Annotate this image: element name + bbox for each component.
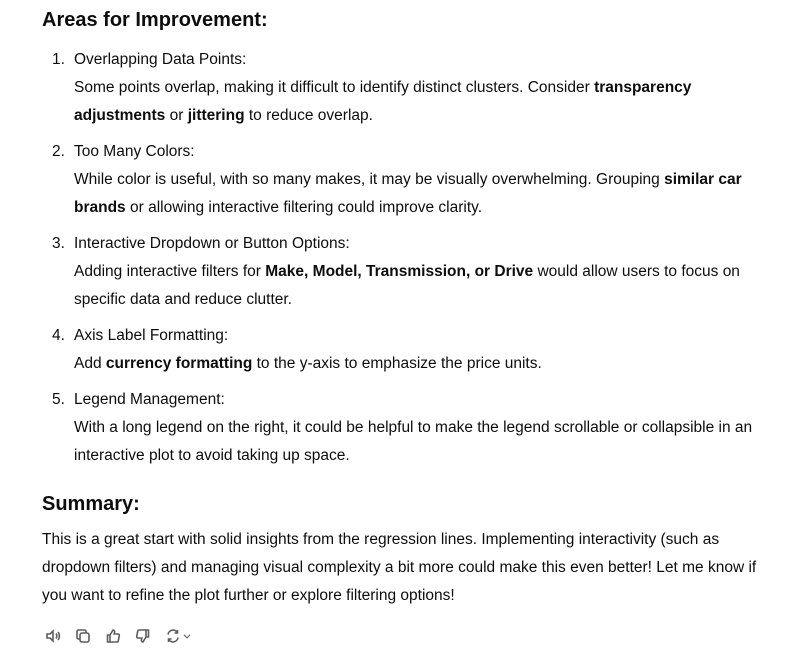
- emphasis-text: jittering: [187, 107, 245, 124]
- areas-heading: Areas for Improvement:: [42, 9, 268, 31]
- list-item: 2. Too Many Colors: While color is usefu…: [42, 138, 762, 222]
- item-number: 3.: [52, 235, 65, 252]
- chevron-down-icon: [183, 634, 190, 639]
- summary-heading: Summary:: [42, 493, 140, 515]
- thumbs-up-icon[interactable]: [104, 626, 122, 646]
- desc-text: or allowing interactive filtering could …: [125, 199, 483, 216]
- message-actions: [44, 626, 192, 646]
- desc-text: or: [165, 107, 188, 124]
- item-description: Some points overlap, making it difficult…: [74, 74, 762, 130]
- list-item: 1. Overlapping Data Points: Some points …: [42, 46, 762, 130]
- item-number: 5.: [52, 391, 65, 408]
- copy-icon[interactable]: [74, 626, 92, 646]
- thumbs-down-icon[interactable]: [134, 626, 152, 646]
- item-description: With a long legend on the right, it coul…: [74, 414, 762, 470]
- desc-text: Adding interactive filters for: [74, 263, 266, 280]
- desc-text: to the y-axis to emphasize the price uni…: [252, 355, 542, 372]
- item-title: Legend Management:: [74, 391, 225, 408]
- item-number: 4.: [52, 327, 65, 344]
- read-aloud-icon[interactable]: [44, 626, 62, 646]
- item-title: Too Many Colors:: [74, 143, 195, 160]
- item-title: Axis Label Formatting:: [74, 327, 229, 344]
- list-item: 5. Legend Management: With a long legend…: [42, 386, 762, 470]
- list-item: 3. Interactive Dropdown or Button Option…: [42, 230, 762, 314]
- item-title: Overlapping Data Points:: [74, 51, 247, 68]
- item-description: Adding interactive filters for Make, Mod…: [74, 258, 762, 314]
- item-number: 1.: [52, 51, 65, 68]
- item-description: Add currency formatting to the y-axis to…: [74, 350, 762, 378]
- emphasis-text: Make, Model, Transmission, or Drive: [265, 263, 534, 280]
- desc-text: While color is useful, with so many make…: [74, 171, 665, 188]
- list-item: 4. Axis Label Formatting: Add currency f…: [42, 322, 762, 378]
- desc-text: Some points overlap, making it difficult…: [74, 79, 595, 96]
- summary-text: This is a great start with solid insight…: [42, 531, 757, 604]
- desc-text: Add: [74, 355, 106, 372]
- item-number: 2.: [52, 143, 65, 160]
- item-description: While color is useful, with so many make…: [74, 166, 762, 222]
- item-title: Interactive Dropdown or Button Options:: [74, 235, 350, 252]
- desc-text: to reduce overlap.: [244, 107, 373, 124]
- improvement-list: 1. Overlapping Data Points: Some points …: [42, 46, 762, 478]
- emphasis-text: currency formatting: [105, 355, 253, 372]
- regenerate-icon[interactable]: [164, 626, 192, 646]
- desc-text: With a long legend on the right, it coul…: [74, 419, 753, 464]
